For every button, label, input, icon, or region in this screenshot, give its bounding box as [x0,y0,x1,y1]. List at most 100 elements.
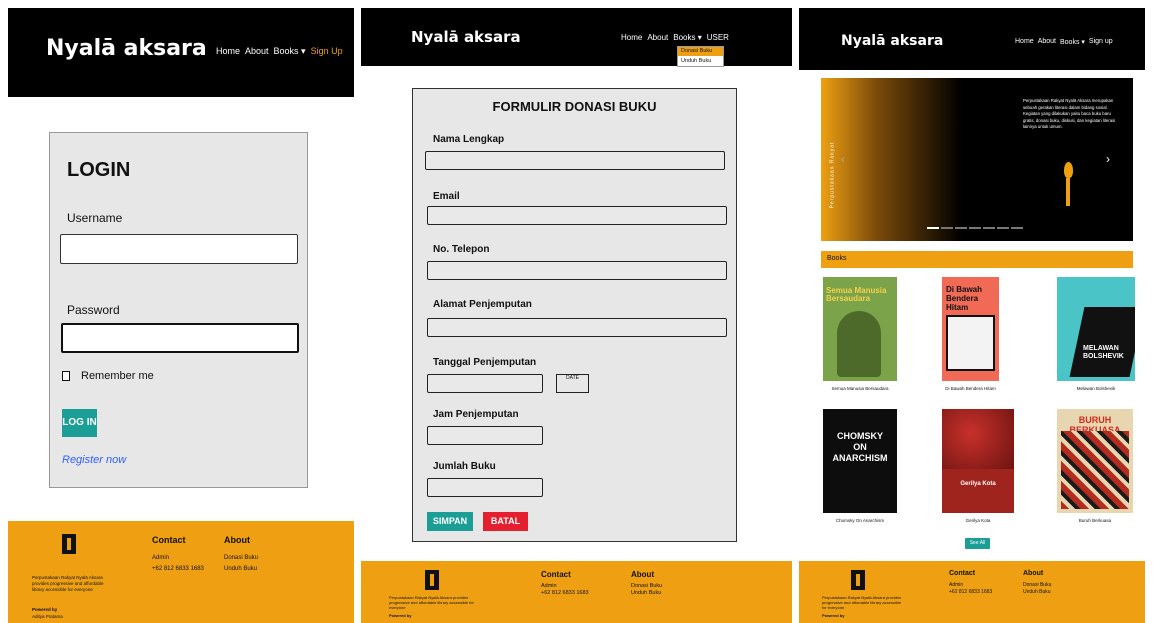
jam-input[interactable] [427,426,543,445]
footer-about-unduh[interactable]: Unduh Buku [1023,589,1051,595]
footer-torch-icon [62,534,76,554]
remember-label: Remember me [81,370,154,382]
footer-contact-heading: Contact [152,535,186,545]
footer-description: Perpustakaan Rakyat Nyalā Aksara provide… [389,595,474,610]
login-button[interactable]: LOG IN [62,409,97,437]
book-card[interactable]: CHOMSKY ON ANARCHISM Chomsky On Anarchis… [823,409,897,531]
footer: Perpustakaan Rakyat Nyalā Aksara provide… [361,561,792,623]
footer: Perpustakaan Rakyat Nyalā Aksara provide… [799,561,1145,623]
nav-books[interactable]: Books ▾ [274,46,306,57]
register-link[interactable]: Register now [62,454,126,466]
footer-torch-icon [425,570,439,590]
cancel-button[interactable]: BATAL [483,512,528,531]
date-button[interactable]: DATE [556,374,589,393]
nav-signup[interactable]: Sign Up [311,46,343,57]
footer-contact-phone: +62 812 6833 1683 [541,590,589,596]
nav-about[interactable]: About [1038,38,1056,46]
navbar: Nyalā aksara Home About Books ▾ Sign Up [8,8,354,97]
nav-home[interactable]: Home [216,46,240,57]
book-cover: BURUH BERKUASA [1057,409,1133,513]
username-input[interactable] [60,234,298,264]
tanggal-input[interactable] [427,374,543,393]
label-tanggal: Tanggal Penjemputan [433,357,537,368]
login-title: LOGIN [67,159,131,181]
book-cover: Semua Manusia Bersaudara [823,277,897,381]
jumlah-input[interactable] [427,478,543,497]
book-caption: Buruh Berkuasa [1078,518,1112,523]
login-card: LOGIN Username Password Remember me LOG … [49,132,308,488]
footer: Perpustakaan Rakyat Nyalā Aksara provide… [8,521,354,623]
book-caption: Melawan Bolshevik [1076,386,1116,391]
nav-signup[interactable]: Sign up [1089,38,1113,46]
footer-contact-phone: +62 812 6833 1683 [152,566,204,572]
donation-screen: Nyalā aksara Home About Books ▾ USER Don… [361,8,792,623]
nav-user[interactable]: USER [707,33,729,42]
book-card[interactable]: Di Bawah Bendera Hitam Di Bawah Bendera … [942,277,999,399]
footer-powered-label: Powered by [32,607,58,612]
hero-vertical-text: Perpustakaan Rakyat [829,141,836,209]
alamat-input[interactable] [427,318,727,337]
save-button[interactable]: SIMPAN [427,512,473,531]
carousel-next-icon[interactable]: › [1106,152,1110,166]
footer-about-donasi[interactable]: Donasi Buku [1023,582,1051,588]
footer-description: Perpustakaan Rakyat Nyalā Aksara provide… [32,575,104,592]
email-input[interactable] [427,206,727,225]
nav-home[interactable]: Home [621,33,642,42]
footer-contact-admin: Admin [541,583,557,589]
footer-about-donasi[interactable]: Donasi Buku [631,583,662,589]
footer-contact-heading: Contact [949,570,976,577]
donation-form: FORMULIR DONASI BUKU Nama Lengkap Email … [412,88,737,542]
username-label: Username [67,211,123,225]
brand-logo[interactable]: Nyalā aksara [411,28,521,46]
hero-carousel: Perpustakaan Rakyat Perpustakaan Rakyat … [821,78,1133,241]
books-heading: Books [827,255,847,262]
torch-icon [1061,162,1075,208]
password-input[interactable] [61,323,299,353]
dropdown-donasi[interactable]: Donasi Buku [678,47,723,56]
login-screen: Nyalā aksara Home About Books ▾ Sign Up … [8,8,354,623]
label-alamat: Alamat Penjemputan [433,299,532,310]
see-all-button[interactable]: See All [965,538,990,549]
form-title: FORMULIR DONASI BUKU [492,99,657,114]
nav-about[interactable]: About [245,46,269,57]
footer-contact-heading: Contact [541,570,571,579]
dropdown-unduh[interactable]: Unduh Buku [678,56,723,65]
navbar: Nyalā aksara Home About Books ▾ Sign up [799,8,1145,70]
book-card[interactable]: MELAWAN BOLSHEVIK Melawan Bolshevik [1057,277,1135,399]
nav-home[interactable]: Home [1015,38,1034,46]
book-caption: Gerilya Kota [965,518,991,523]
footer-about-unduh[interactable]: Unduh Buku [631,590,661,596]
footer-about-heading: About [224,535,250,545]
books-section-header: Books [821,251,1133,268]
hero-description: Perpustakaan Rakyat Nyalā Aksara merupak… [1023,98,1116,129]
footer-about-unduh[interactable]: Unduh Buku [224,566,257,572]
nav-books[interactable]: Books ▾ [673,33,701,42]
footer-contact-phone: +62 812 6833 1683 [949,589,993,595]
brand-logo[interactable]: Nyalā aksara [46,36,207,61]
nav-menu: Home About Books ▾ USER [621,33,729,42]
carousel-indicators[interactable] [927,227,1023,229]
brand-logo[interactable]: Nyalā aksara [841,33,943,49]
nama-input[interactable] [425,151,725,170]
book-cover: MELAWAN BOLSHEVIK [1057,277,1135,381]
book-caption: Chomsky On Anarchism [835,518,885,523]
book-card[interactable]: BURUH BERKUASA Buruh Berkuasa [1057,409,1133,531]
nav-about[interactable]: About [647,33,668,42]
book-card[interactable]: Semua Manusia Bersaudara Semua Manusia B… [823,277,897,399]
footer-about-donasi[interactable]: Donasi Buku [224,555,258,561]
books-dropdown: Donasi Buku Unduh Buku [677,46,724,67]
book-cover: Di Bawah Bendera Hitam [942,277,999,381]
navbar: Nyalā aksara Home About Books ▾ USER [361,8,792,66]
nav-books[interactable]: Books ▾ [1060,38,1085,46]
label-jumlah: Jumlah Buku [433,461,496,472]
book-card[interactable]: Gerilya Kota Gerilya Kota [942,409,1014,531]
footer-contact-admin: Admin [949,582,964,588]
label-telepon: No. Telepon [433,244,490,255]
telepon-input[interactable] [427,261,727,280]
remember-checkbox[interactable] [62,371,70,381]
label-jam: Jam Penjemputan [433,409,519,420]
book-caption: Di Bawah Bendera Hitam [945,386,996,391]
footer-torch-icon [851,570,865,590]
carousel-prev-icon[interactable]: ‹ [841,154,845,166]
footer-about-heading: About [631,570,655,579]
